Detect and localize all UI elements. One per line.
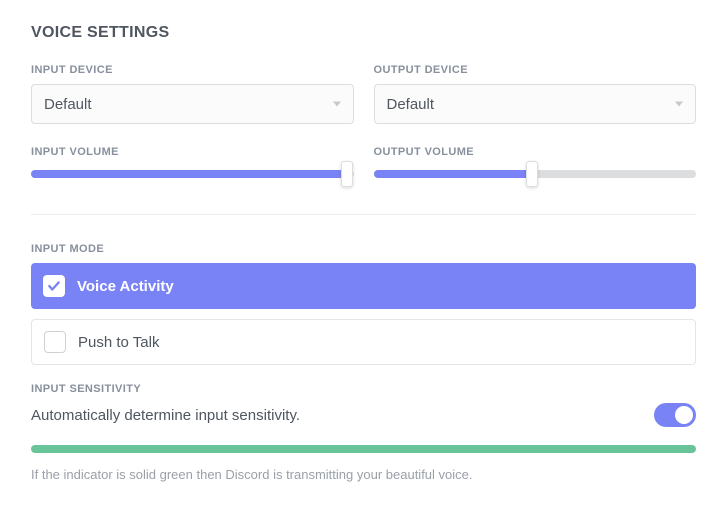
auto-sensitivity-toggle[interactable]	[654, 403, 696, 427]
push-to-talk-label: Push to Talk	[78, 334, 159, 351]
toggle-knob	[675, 406, 693, 424]
input-device-value: Default	[44, 96, 92, 113]
voice-activity-label: Voice Activity	[77, 278, 174, 295]
volume-row: INPUT VOLUME OUTPUT VOLUME	[31, 146, 696, 182]
input-sensitivity-label: INPUT SENSITIVITY	[31, 383, 696, 395]
auto-sensitivity-text: Automatically determine input sensitivit…	[31, 407, 300, 424]
output-volume-fill	[374, 170, 532, 178]
sensitivity-helper-text: If the indicator is solid green then Dis…	[31, 467, 696, 482]
input-device-select[interactable]: Default	[31, 84, 354, 124]
page-title: VOICE SETTINGS	[31, 24, 696, 42]
input-volume-slider[interactable]	[31, 170, 354, 178]
device-row: INPUT DEVICE Default OUTPUT DEVICE Defau…	[31, 64, 696, 124]
input-volume-fill	[31, 170, 347, 178]
output-volume-slider[interactable]	[374, 170, 697, 178]
input-device-col: INPUT DEVICE Default	[31, 64, 354, 124]
checkbox-checked-icon	[43, 275, 65, 297]
output-device-select[interactable]: Default	[374, 84, 697, 124]
input-device-label: INPUT DEVICE	[31, 64, 354, 76]
chevron-down-icon	[333, 102, 341, 107]
chevron-down-icon	[675, 102, 683, 107]
sensitivity-indicator-bar	[31, 445, 696, 453]
input-mode-push-to-talk[interactable]: Push to Talk	[31, 319, 696, 365]
output-volume-col: OUTPUT VOLUME	[374, 146, 697, 182]
checkbox-unchecked-icon	[44, 331, 66, 353]
input-volume-thumb[interactable]	[341, 161, 353, 187]
input-volume-col: INPUT VOLUME	[31, 146, 354, 182]
output-volume-label: OUTPUT VOLUME	[374, 146, 697, 158]
input-volume-label: INPUT VOLUME	[31, 146, 354, 158]
auto-sensitivity-row: Automatically determine input sensitivit…	[31, 403, 696, 427]
input-mode-voice-activity[interactable]: Voice Activity	[31, 263, 696, 309]
output-device-col: OUTPUT DEVICE Default	[374, 64, 697, 124]
output-volume-thumb[interactable]	[526, 161, 538, 187]
output-device-value: Default	[387, 96, 435, 113]
output-device-label: OUTPUT DEVICE	[374, 64, 697, 76]
divider	[31, 214, 696, 215]
input-mode-label: INPUT MODE	[31, 243, 696, 255]
